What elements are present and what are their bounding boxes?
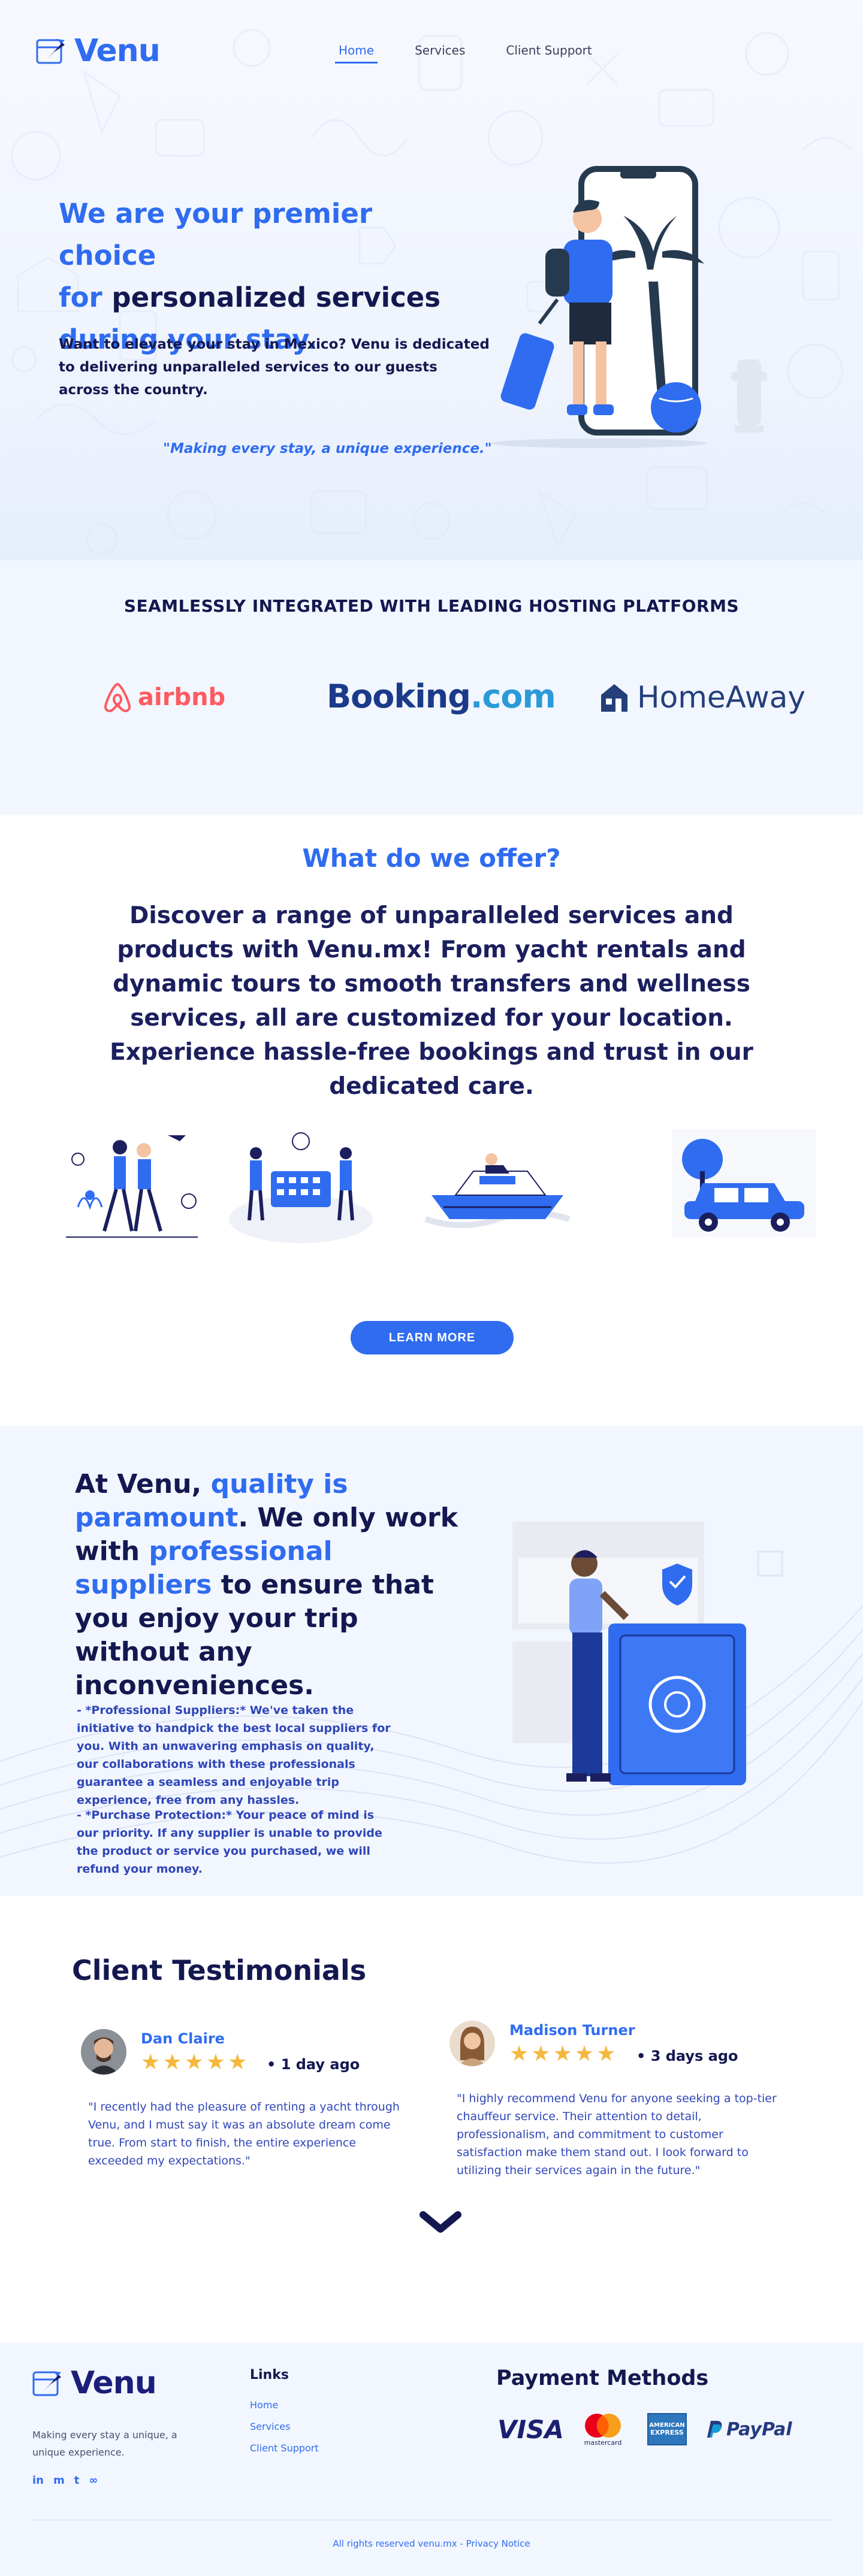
footer-logo-wordmark: Venu <box>71 2365 157 2401</box>
paypal-logo: PayPal <box>707 2411 792 2447</box>
privacy-notice-link[interactable]: Privacy Notice <box>466 2538 530 2549</box>
main-nav: Home Services Client Support <box>334 43 592 64</box>
footer-brand-logo[interactable]: Venu <box>31 2365 157 2401</box>
testimonial-name: Madison Turner <box>509 2022 635 2039</box>
testimonial-card: Dan Claire ★ ★ ★ ★ ★ • 1 day ago "I recently… <box>81 2029 417 2185</box>
booking-text: Booking.com <box>327 678 556 715</box>
airbnb-logo: airbnb <box>103 682 225 713</box>
amex-logo: AMERICAN EXPRESS <box>647 2411 687 2447</box>
hero-title-personalized: personalized services <box>111 282 441 313</box>
amex-text-top: AMERICAN <box>649 2422 685 2429</box>
mastercard-circles-icon <box>585 2413 621 2438</box>
nav-home[interactable]: Home <box>334 43 378 64</box>
star-icon: ★ <box>553 2042 572 2066</box>
footer: Venu Making every stay a unique, a uniqu… <box>0 2342 863 2576</box>
brand-logo[interactable]: Venu <box>35 33 161 69</box>
logo-wordmark: Venu <box>74 33 161 69</box>
homeaway-logo: HomeAway <box>598 680 805 715</box>
footer-link-home[interactable]: Home <box>250 2399 278 2411</box>
booking-text-dot: .com <box>470 678 556 715</box>
social-links: in m t ∞ <box>32 2474 98 2487</box>
quality-title: At Venu, quality is paramount. We only w… <box>75 1468 470 1703</box>
avatar <box>449 2021 495 2066</box>
nav-services[interactable]: Services <box>415 43 465 64</box>
star-icon: ★ <box>509 2042 529 2066</box>
star-icon: ★ <box>574 2042 595 2066</box>
hero-title-for: for <box>59 282 102 313</box>
testimonials-title: Client Testimonials <box>72 1954 367 1987</box>
testimonials-section: Client Testimonials Dan Claire ★ ★ ★ ★ ★ • 1… <box>0 1896 863 2342</box>
booking-logo: Booking.com <box>327 678 556 715</box>
nav-client-support[interactable]: Client Support <box>506 43 592 64</box>
hero-section: Venu Home Services Client Support We are… <box>0 0 863 560</box>
star-icon: ★ <box>162 2050 182 2075</box>
visa-logo: VISA <box>497 2411 564 2447</box>
offer-section: What do we offer? Discover a range of un… <box>0 815 863 1426</box>
logo-wordmark-text: Venu <box>74 33 161 69</box>
rating-stars: ★ ★ ★ ★ ★ <box>141 2052 247 2073</box>
quality-point-protection: - *Purchase Protection:* Your peace of m… <box>77 1809 382 1876</box>
yacht-illustration <box>424 1153 571 1228</box>
logo-plane-icon <box>32 2371 61 2396</box>
hero-quote: "Making every stay, a unique experience.… <box>163 441 492 456</box>
meta-icon[interactable]: ∞ <box>89 2474 98 2487</box>
mastercard-logo: mastercard <box>581 2411 624 2447</box>
quality-title-at: At Venu, <box>75 1469 202 1499</box>
platforms-title: SEAMLESSLY INTEGRATED WITH LEADING HOSTI… <box>123 596 740 616</box>
star-icon: ★ <box>531 2042 551 2066</box>
star-icon: ★ <box>184 2050 204 2075</box>
footer-links-title: Links <box>250 2368 289 2383</box>
amex-text-bottom: EXPRESS <box>650 2429 684 2436</box>
star-icon: ★ <box>228 2050 248 2075</box>
homeaway-house-icon <box>601 684 627 712</box>
safe-protection-illustration <box>512 1522 783 1785</box>
star-icon: ★ <box>206 2050 226 2075</box>
messenger-icon[interactable]: m <box>53 2474 65 2487</box>
hero-description: Want to elevate your stay in Mexico? Ven… <box>59 337 490 398</box>
footer-link-client-support[interactable]: Client Support <box>250 2442 319 2454</box>
quality-point-suppliers: - *Professional Suppliers:* We've taken … <box>77 1704 391 1807</box>
chevron-down-icon[interactable] <box>420 2211 461 2235</box>
airbnb-icon <box>104 682 131 712</box>
airbnb-text: airbnb <box>138 684 226 711</box>
offer-text: Discover a range of unparalleled service… <box>110 902 753 1100</box>
visa-text: VISA <box>497 2414 564 2444</box>
hero-title-line1: We are your premier choice <box>59 198 373 271</box>
footer-bottom: All rights reserved venu.mx - Privacy No… <box>0 2538 863 2549</box>
homeaway-text: HomeAway <box>637 680 805 715</box>
learn-more-button[interactable]: LEARN MORE <box>351 1321 514 1354</box>
rating-stars: ★ ★ ★ ★ ★ <box>509 2043 615 2065</box>
transfer-car-illustration <box>672 1129 816 1237</box>
testimonial-text: "I highly recommend Venu for anyone seek… <box>457 2092 777 2177</box>
linkedin-icon[interactable]: in <box>32 2474 44 2487</box>
mastercard-text: mastercard <box>584 2438 622 2447</box>
testimonial-name: Dan Claire <box>141 2030 225 2047</box>
twitter-icon[interactable]: t <box>74 2474 80 2487</box>
quality-section: At Venu, quality is paramount. We only w… <box>0 1426 863 1896</box>
platforms-section: SEAMLESSLY INTEGRATED WITH LEADING HOSTI… <box>0 560 863 815</box>
booking-text-main: Booking <box>327 678 471 715</box>
offer-title: What do we offer? <box>302 843 561 873</box>
footer-tagline: Making every stay a unique, a unique exp… <box>32 2429 177 2458</box>
testimonial-card: Madison Turner ★ ★ ★ ★ ★ • 3 days ago "I hig… <box>449 2021 785 2188</box>
logo-plane-icon <box>36 39 65 64</box>
star-icon: ★ <box>141 2050 161 2075</box>
tours-illustration <box>229 1132 373 1243</box>
paypal-text: PayPal <box>726 2418 792 2440</box>
testimonial-time: • 1 day ago <box>267 2056 360 2073</box>
star-icon: ★ <box>596 2042 616 2066</box>
avatar <box>81 2029 126 2075</box>
traveler-phone-illustration <box>491 166 767 448</box>
footer-link-services[interactable]: Services <box>250 2421 290 2432</box>
testimonial-text: "I recently had the pleasure of renting … <box>88 2100 400 2167</box>
testimonial-time: • 3 days ago <box>636 2048 738 2064</box>
copyright-text: All rights reserved venu.mx <box>333 2538 457 2549</box>
footer-separator: - <box>460 2538 463 2549</box>
payment-methods-title: Payment Methods <box>496 2366 709 2390</box>
wellness-illustration <box>66 1135 198 1238</box>
paypal-p-icon <box>707 2421 722 2438</box>
